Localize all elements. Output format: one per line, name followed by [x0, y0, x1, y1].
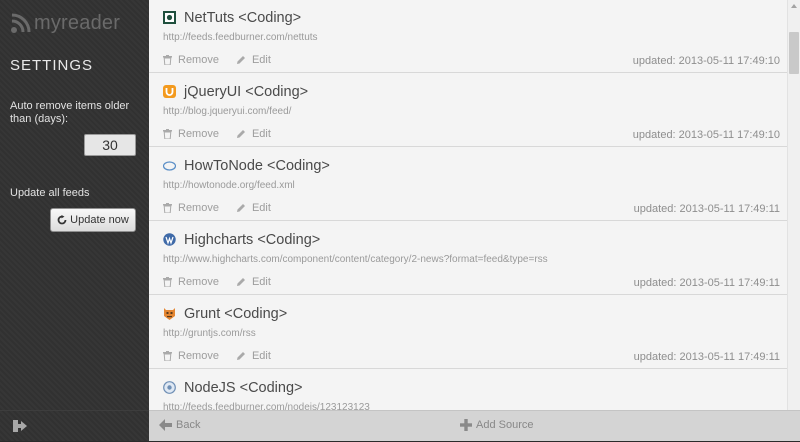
remove-label: Remove	[178, 350, 219, 362]
feed-url[interactable]: http://www.highcharts.com/component/cont…	[163, 254, 548, 265]
trash-icon	[163, 55, 172, 65]
howtonode-icon	[163, 161, 176, 171]
feed-updated-time: updated: 2013-05-11 17:49:11	[633, 277, 780, 289]
remove-button[interactable]: Remove	[163, 276, 219, 288]
pencil-icon	[236, 56, 245, 64]
feed-title[interactable]: Highcharts <Coding>	[184, 232, 320, 248]
auto-remove-days-input[interactable]	[84, 134, 136, 156]
feed-title[interactable]: jQueryUI <Coding>	[184, 84, 308, 100]
update-all-label: Update all feeds	[10, 187, 90, 199]
remove-label: Remove	[178, 202, 219, 214]
feed-url[interactable]: http://howtonode.org/feed.xml	[163, 180, 295, 191]
remove-button[interactable]: Remove	[163, 54, 219, 66]
logout-icon[interactable]	[13, 420, 27, 432]
edit-button[interactable]: Edit	[236, 54, 271, 66]
feed-url[interactable]: http://gruntjs.com/rss	[163, 328, 256, 339]
feed-url[interactable]: http://blog.jqueryui.com/feed/	[163, 106, 291, 117]
nettuts-icon	[163, 11, 176, 24]
edit-label: Edit	[251, 54, 271, 66]
remove-label: Remove	[178, 54, 219, 66]
plus-icon	[460, 419, 472, 431]
auto-remove-label: Auto remove items older than (days):	[10, 100, 130, 125]
scroll-thumb[interactable]	[789, 32, 799, 74]
rss-icon	[11, 13, 31, 33]
feed-url[interactable]: http://feeds.feedburner.com/nettuts	[163, 32, 318, 43]
feed-updated-time: updated: 2013-05-11 17:49:10	[632, 55, 780, 67]
edit-label: Edit	[251, 128, 271, 140]
edit-label: Edit	[251, 350, 271, 362]
refresh-icon	[57, 215, 67, 225]
feed-list: NetTuts <Coding> http://feeds.feedburner…	[149, 0, 787, 410]
highcharts-icon	[163, 233, 176, 246]
bottom-toolbar: Back Add Source	[149, 410, 800, 441]
sidebar-footer	[0, 410, 149, 442]
pencil-icon	[236, 204, 245, 212]
feed-title[interactable]: HowToNode <Coding>	[184, 158, 330, 174]
brand-name: myreader	[34, 11, 121, 34]
remove-button[interactable]: Remove	[163, 350, 219, 362]
pencil-icon	[236, 130, 245, 138]
jqueryui-icon	[163, 85, 176, 98]
scrollbar[interactable]	[787, 0, 800, 410]
add-source-label: Add Source	[476, 419, 534, 431]
settings-title: SETTINGS	[10, 57, 94, 74]
feed-title[interactable]: Grunt <Coding>	[184, 306, 287, 322]
feed-item: Highcharts <Coding> http://www.highchart…	[149, 222, 787, 295]
nodejs-icon	[163, 381, 176, 394]
back-button[interactable]: Back	[159, 419, 200, 431]
feed-title[interactable]: NodeJS <Coding>	[184, 380, 303, 396]
add-source-button[interactable]: Add Source	[460, 419, 533, 431]
edit-button[interactable]: Edit	[236, 128, 271, 140]
remove-label: Remove	[178, 276, 219, 288]
brand-logo: myreader	[10, 11, 120, 35]
edit-button[interactable]: Edit	[236, 276, 271, 288]
scroll-up-arrow-icon[interactable]	[791, 4, 797, 8]
feed-item: jQueryUI <Coding> http://blog.jqueryui.c…	[149, 74, 787, 147]
pencil-icon	[236, 352, 245, 360]
edit-button[interactable]: Edit	[236, 202, 271, 214]
feed-updated-time: updated: 2013-05-11 17:49:10	[632, 129, 780, 141]
update-now-button[interactable]: Update now	[50, 208, 136, 232]
trash-icon	[163, 351, 172, 361]
remove-button[interactable]: Remove	[163, 128, 219, 140]
update-now-label: Update now	[70, 214, 129, 226]
remove-button[interactable]: Remove	[163, 202, 219, 214]
feed-item: NetTuts <Coding> http://feeds.feedburner…	[149, 0, 787, 73]
feed-item: Grunt <Coding> http://gruntjs.com/rss Re…	[149, 296, 787, 369]
grunt-icon	[164, 308, 175, 320]
trash-icon	[163, 203, 172, 213]
pencil-icon	[236, 278, 245, 286]
feed-url[interactable]: http://feeds.feedburner.com/nodejs/12312…	[163, 402, 370, 410]
sidebar: myreader SETTINGS Auto remove items olde…	[0, 0, 149, 441]
edit-label: Edit	[251, 276, 271, 288]
feed-updated-time: updated: 2013-05-11 17:49:11	[633, 351, 780, 363]
feed-item: HowToNode <Coding> http://howtonode.org/…	[149, 148, 787, 221]
edit-button[interactable]: Edit	[236, 350, 271, 362]
feed-title[interactable]: NetTuts <Coding>	[184, 10, 301, 26]
feed-updated-time: updated: 2013-05-11 17:49:11	[633, 203, 780, 215]
remove-label: Remove	[178, 128, 219, 140]
back-label: Back	[176, 419, 201, 431]
trash-icon	[163, 129, 172, 139]
edit-label: Edit	[251, 202, 271, 214]
trash-icon	[163, 277, 172, 287]
arrow-left-icon	[159, 419, 172, 431]
feed-item: NodeJS <Coding> http://feeds.feedburner.…	[149, 370, 787, 410]
